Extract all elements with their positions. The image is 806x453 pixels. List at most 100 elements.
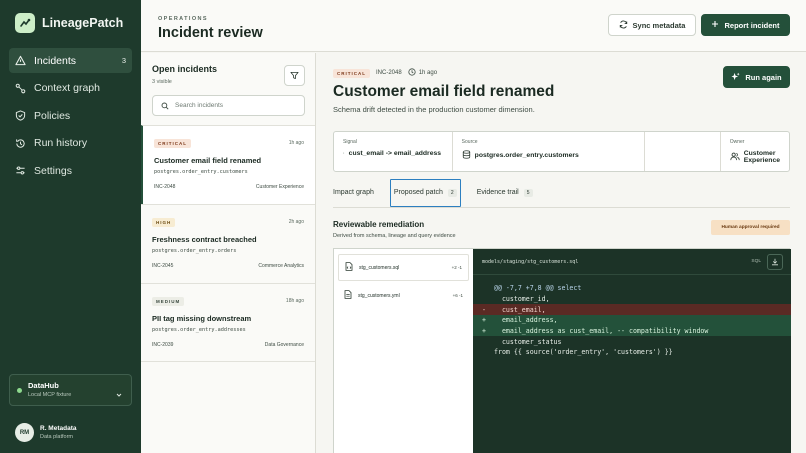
sync-metadata-button[interactable]: Sync metadata xyxy=(608,14,696,36)
sidebar-item-label: Incidents xyxy=(34,54,77,67)
warning-triangle-icon xyxy=(15,55,26,66)
tab-impact-graph[interactable]: Impact graph xyxy=(333,179,374,207)
sidebar-item-label: Settings xyxy=(34,164,72,177)
file-name: stg_customers.yml xyxy=(358,292,400,299)
sidebar-item-label: Policies xyxy=(34,109,71,122)
severity-badge: CRITICAL xyxy=(333,68,370,78)
refresh-icon xyxy=(619,20,628,31)
diff-line-added: + email_address, xyxy=(473,315,791,326)
tab-count-badge: 5 xyxy=(523,188,533,197)
incident-card-inc-2039[interactable]: MEDIUM 18h ago PII tag missing downstrea… xyxy=(141,283,315,362)
shield-icon xyxy=(15,110,26,121)
diff-text: customer_status xyxy=(494,337,562,346)
source-label: Source xyxy=(461,139,478,145)
sidebar-item-incidents[interactable]: Incidents 3 xyxy=(9,48,132,73)
filter-button[interactable] xyxy=(284,65,305,86)
severity-badge: CRITICAL xyxy=(154,139,191,148)
incident-time: 1h ago xyxy=(288,140,304,146)
code-lines: @@ -7,7 +7,8 @@ select customer_id, - cu… xyxy=(473,275,791,358)
detail-time-wrap: 1h ago xyxy=(408,68,437,78)
file-item-stg-customers-yml[interactable]: stg_customers.yml +6 -1 xyxy=(338,282,469,309)
user-profile[interactable]: RM R. Metadata Data platform xyxy=(15,423,76,442)
tab-label: Evidence trail xyxy=(476,189,519,196)
file-item-stg-customers-sql[interactable]: stg_customers.sql +2 -1 xyxy=(338,254,469,281)
diff-line: @@ -7,7 +7,8 @@ select xyxy=(473,283,791,294)
incident-title: PII tag missing downstream xyxy=(152,314,252,323)
download-button[interactable] xyxy=(767,254,783,270)
file-name: stg_customers.sql xyxy=(359,264,400,271)
sidebar-item-label: Context graph xyxy=(34,82,100,95)
file-diff-count: +6 -1 xyxy=(452,293,463,298)
diff-mark: + xyxy=(482,327,486,336)
search-input[interactable] xyxy=(175,102,295,109)
search-box[interactable] xyxy=(152,95,305,116)
remediation-subtitle: Derived from schema, lineage and query e… xyxy=(333,233,456,239)
lineage-logo-icon xyxy=(15,13,35,33)
sidebar-item-run-history[interactable]: Run history xyxy=(9,131,132,156)
incident-card-inc-2048[interactable]: CRITICAL 1h ago Customer email field ren… xyxy=(141,125,315,204)
sliders-icon xyxy=(15,165,26,176)
report-incident-label: Report incident xyxy=(724,20,780,30)
file-text-icon xyxy=(344,290,352,301)
diff-text: from {{ source('order_entry', 'customers… xyxy=(494,348,673,357)
status-dot xyxy=(17,388,22,393)
sidebar-item-context-graph[interactable]: Context graph xyxy=(9,76,132,101)
run-again-label: Run again xyxy=(745,72,782,82)
section-eyebrow: OPERATIONS xyxy=(158,16,208,22)
diff-line-removed: - cust_email, xyxy=(473,304,791,316)
diff-line: from {{ source('order_entry', 'customers… xyxy=(473,347,791,358)
diff-text: @@ -7,7 +7,8 @@ select xyxy=(494,284,582,293)
incident-owner: Data Governance xyxy=(264,342,304,348)
sidebar-item-settings[interactable]: Settings xyxy=(9,158,132,183)
user-role: Data platform xyxy=(40,434,74,440)
signal-summary: Signal · cust_email -> email_address Sou… xyxy=(333,131,790,172)
incident-id: INC-2039 xyxy=(152,342,174,348)
severity-badge: HIGH xyxy=(152,218,176,227)
detail-tabs: Impact graph Proposed patch 2 Evidence t… xyxy=(333,178,790,208)
code-language: SQL xyxy=(751,259,761,264)
file-diff-count: +2 -1 xyxy=(451,265,462,270)
avatar: RM xyxy=(15,423,34,442)
sidebar-item-policies[interactable]: Policies xyxy=(9,103,132,128)
clock-icon xyxy=(408,68,416,78)
diff-text: email_address as cust_email, -- compatib… xyxy=(494,327,709,336)
sidebar: LineagePatch Incidents 3 Context graph P… xyxy=(0,0,141,453)
signal-value-wrap: · cust_email -> email_address xyxy=(343,150,443,157)
source-value-wrap: postgres.order_entry.customers xyxy=(462,150,635,161)
severity-badge: MEDIUM xyxy=(152,297,185,306)
incident-asset: postgres.order_entry.orders xyxy=(152,248,237,254)
diff-line: customer_status xyxy=(473,336,791,347)
diff-mark: - xyxy=(482,305,486,314)
plus-icon xyxy=(711,20,719,30)
tab-proposed-patch[interactable]: Proposed patch 2 xyxy=(389,178,461,207)
report-incident-button[interactable]: Report incident xyxy=(701,14,790,36)
owner-label: Owner xyxy=(729,139,745,145)
sidebar-item-label: Run history xyxy=(34,137,88,150)
code-file-path: models/staging/stg_customers.sql xyxy=(473,249,791,275)
detail-incident-id: INC-2048 xyxy=(376,70,402,76)
app-name: LineagePatch xyxy=(42,16,124,30)
tab-label: Proposed patch xyxy=(393,189,443,196)
workspace-switcher[interactable]: DataHub Local MCP fixture xyxy=(9,374,132,406)
incident-asset: postgres.order_entry.addresses xyxy=(152,327,246,333)
incident-detail-panel: CRITICAL INC-2048 1h ago Customer email … xyxy=(317,53,806,453)
remediation-title: Reviewable remediation xyxy=(333,220,425,229)
signal-value: cust_email -> email_address xyxy=(348,150,442,157)
diff-text: customer_id, xyxy=(494,295,550,304)
spacer-cell xyxy=(645,132,721,171)
tab-evidence-trail[interactable]: Evidence trail 5 xyxy=(477,179,533,207)
diff-line: customer_id, xyxy=(473,294,791,305)
owner-value: Customer Experience xyxy=(743,150,781,164)
brand[interactable]: LineagePatch xyxy=(15,13,123,33)
users-icon xyxy=(730,152,740,163)
incident-list-panel: Open incidents 3 visible CRITICAL 1h ago… xyxy=(141,53,316,453)
file-list: stg_customers.sql +2 -1 stg_customers.ym… xyxy=(334,249,473,453)
source-value: postgres.order_entry.customers xyxy=(474,152,579,159)
sidebar-nav: Incidents 3 Context graph Policies Run h… xyxy=(9,48,132,186)
incident-list-title: Open incidents xyxy=(152,64,218,74)
incident-card-inc-2045[interactable]: HIGH 2h ago Freshness contract breached … xyxy=(141,204,315,283)
run-again-button[interactable]: Run again xyxy=(723,66,790,88)
file-code-icon xyxy=(345,262,353,273)
database-icon xyxy=(462,150,471,161)
chevron-updown-icon xyxy=(115,386,123,404)
